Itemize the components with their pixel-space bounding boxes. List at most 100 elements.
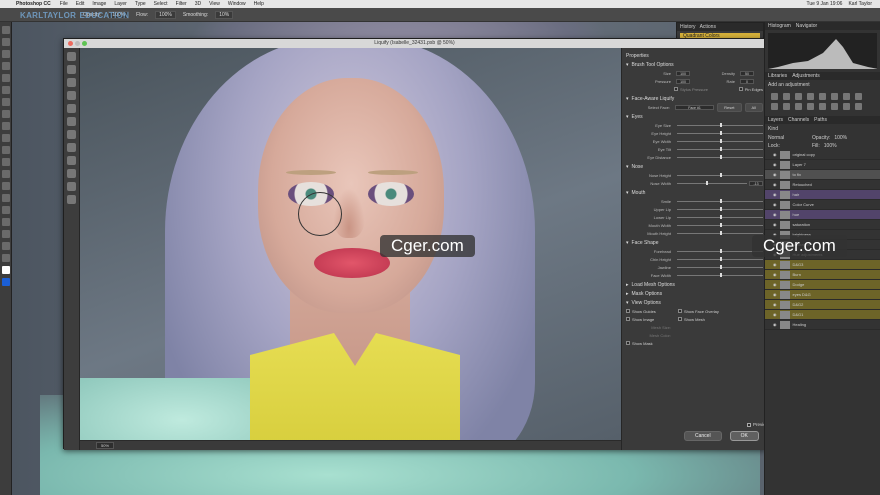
brush-tool-icon[interactable] [2,110,10,118]
visibility-eye-icon[interactable]: ◉ [773,282,777,287]
hand-icon[interactable] [67,182,76,191]
layer-row[interactable]: ◉ Color Curve [765,200,880,210]
slider-row[interactable]: Nose Height [626,171,763,179]
visibility-eye-icon[interactable]: ◉ [773,212,777,217]
tab-history[interactable]: History [680,24,696,30]
visibility-eye-icon[interactable]: ◉ [773,302,777,307]
gradient-map-icon[interactable] [843,103,850,110]
menu-window[interactable]: Window [224,1,250,7]
pen-tool-icon[interactable] [2,194,10,202]
foreground-color-swatch[interactable] [2,266,10,274]
eyes-section[interactable]: ▾ Eyes [626,114,763,120]
slider-track[interactable] [677,130,763,135]
ok-button[interactable]: OK [729,431,759,441]
app-menu[interactable]: Photoshop CC [14,1,56,7]
zoom-icon[interactable] [82,41,87,46]
select-face-dropdown[interactable]: Face #1 [674,104,715,110]
layer-row[interactable]: ◉ Dodge [765,280,880,290]
layer-row[interactable]: ◉ D&G2 [765,300,880,310]
menu-edit[interactable]: Edit [72,1,89,7]
slider-track[interactable] [677,198,763,203]
slider-row[interactable]: Jawline [626,263,763,271]
selective-color-icon[interactable] [855,103,862,110]
color-lookup-icon[interactable] [795,103,802,110]
crop-tool-icon[interactable] [2,74,10,82]
menu-image[interactable]: Image [88,1,110,7]
layer-row[interactable]: ◉ hair [765,190,880,200]
show-mask-checkbox[interactable] [626,341,630,345]
menu-view[interactable]: View [205,1,224,7]
slider-knob[interactable] [720,122,722,127]
liquify-preview-image[interactable] [80,48,621,440]
pucker-icon[interactable] [67,104,76,113]
show-mesh-checkbox[interactable] [678,317,682,321]
menu-3d[interactable]: 3D [191,1,205,7]
healing-tool-icon[interactable] [2,98,10,106]
levels-icon[interactable] [783,93,790,100]
menu-filter[interactable]: Filter [172,1,191,7]
face-tool-icon[interactable] [67,169,76,178]
tab-libraries[interactable]: Libraries [768,73,787,79]
smoothing-field[interactable]: 10% [215,10,234,19]
slider-knob[interactable] [720,222,722,227]
slider-track[interactable] [677,230,763,235]
marquee-tool-icon[interactable] [2,38,10,46]
tab-actions[interactable]: Actions [700,24,716,30]
slider-knob[interactable] [720,264,722,269]
slider-track[interactable] [677,214,763,219]
slider-knob[interactable] [720,130,722,135]
density-field[interactable]: 50 [740,70,754,76]
slider-track[interactable] [677,154,763,159]
layer-row[interactable]: ◉ D&G3 [765,260,880,270]
visibility-eye-icon[interactable]: ◉ [773,182,777,187]
move-tool-icon[interactable] [2,26,10,34]
slider-track[interactable] [677,122,763,127]
slider-knob[interactable] [720,248,722,253]
slider-track[interactable] [677,264,763,269]
slider-knob[interactable] [720,172,722,177]
menu-file[interactable]: File [56,1,72,7]
zoom-field[interactable]: 50% [96,442,115,449]
kind-filter[interactable]: Kind [768,126,778,132]
menu-select[interactable]: Select [150,1,172,7]
face-shape-section[interactable]: ▾ Face Shape [626,240,763,246]
posterize-icon[interactable] [819,103,826,110]
slider-row[interactable]: Mouth Width [626,221,763,229]
visibility-eye-icon[interactable]: ◉ [773,292,777,297]
hand-tool-icon[interactable] [2,242,10,250]
visibility-eye-icon[interactable]: ◉ [773,152,777,157]
layer-row[interactable]: ◉ Burn [765,270,880,280]
vibrance-icon[interactable] [819,93,826,100]
invert-icon[interactable] [807,103,814,110]
mask-options-section[interactable]: ▸ Mask Options [626,291,763,297]
thaw-mask-icon[interactable] [67,156,76,165]
show-guides-checkbox[interactable] [626,309,630,313]
slider-row[interactable]: Eye Size [626,121,763,129]
stylus-checkbox[interactable] [674,87,678,91]
dodge-tool-icon[interactable] [2,182,10,190]
threshold-icon[interactable] [831,103,838,110]
fill-field[interactable]: 100% [824,143,837,149]
zoom-tool-icon[interactable] [2,254,10,262]
tab-histogram[interactable]: Histogram [768,23,791,29]
channel-mixer-icon[interactable] [783,103,790,110]
slider-track[interactable] [677,256,763,261]
slider-track[interactable] [677,146,763,151]
slider-row[interactable]: Lower Lip [626,213,763,221]
history-brush-icon[interactable] [2,134,10,142]
smooth-icon[interactable] [67,78,76,87]
slider-knob[interactable] [720,146,722,151]
hue-sat-icon[interactable] [831,93,838,100]
slider-row[interactable]: Mouth Height [626,229,763,237]
visibility-eye-icon[interactable]: ◉ [773,172,777,177]
slider-knob[interactable] [720,272,722,277]
slider-row[interactable]: Eye Height [626,129,763,137]
flow-field[interactable]: 100% [155,10,176,19]
menu-layer[interactable]: Layer [110,1,131,7]
curves-icon[interactable] [795,93,802,100]
visibility-eye-icon[interactable]: ◉ [773,162,777,167]
slider-row[interactable]: Smile [626,197,763,205]
layer-row[interactable]: ◉ original copy [765,150,880,160]
brush-options-section[interactable]: ▾ Brush Tool Options [626,62,763,68]
quick-select-tool-icon[interactable] [2,62,10,70]
